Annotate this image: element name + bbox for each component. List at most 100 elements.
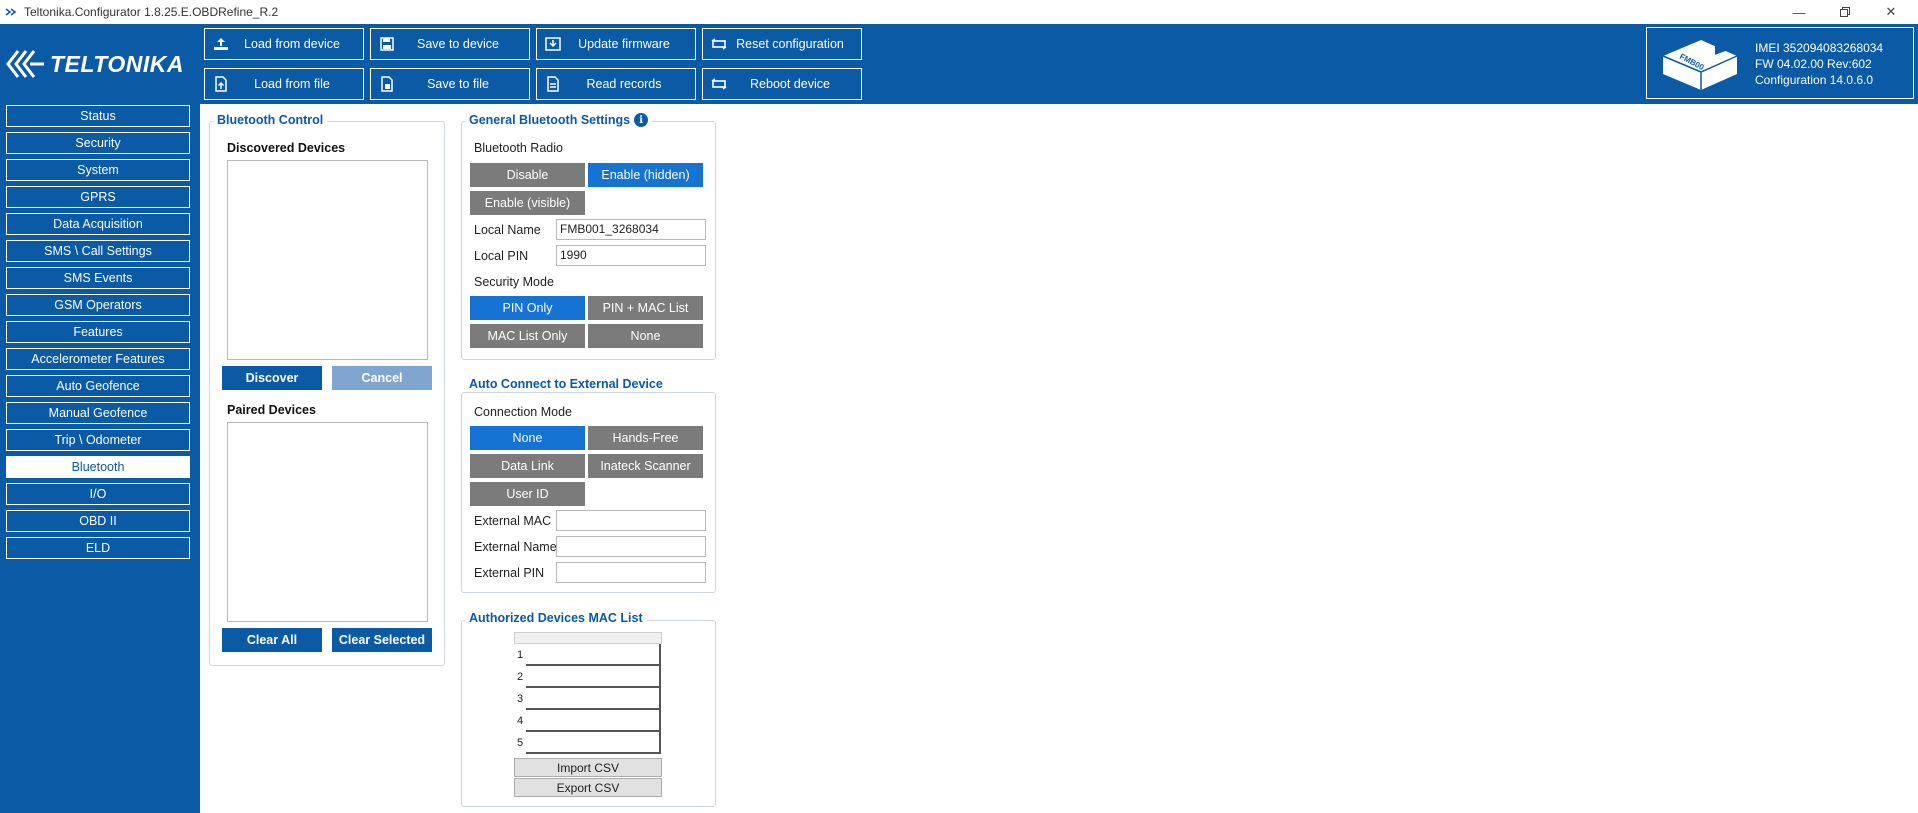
mac-cell[interactable] — [526, 710, 661, 732]
minimize-icon[interactable]: — — [1776, 0, 1822, 24]
radio-disable-option[interactable]: Disable — [469, 162, 586, 188]
teltonika-logo: TELTONIKA — [6, 46, 196, 82]
row-number: 5 — [517, 737, 524, 749]
export-csv-button[interactable]: Export CSV — [514, 778, 662, 797]
mode-user-id-option[interactable]: User ID — [469, 481, 586, 507]
sidebar-item-sms-events[interactable]: SMS Events — [6, 267, 190, 289]
clear-all-button[interactable]: Clear All — [222, 628, 322, 652]
mode-none-option[interactable]: None — [469, 425, 586, 451]
external-name-field[interactable] — [556, 536, 706, 557]
security-pin-only-option[interactable]: PIN Only — [469, 295, 586, 321]
paired-devices-list[interactable] — [227, 422, 428, 622]
sidebar-item-status[interactable]: Status — [6, 105, 190, 127]
sidebar-item-gsm-operators[interactable]: GSM Operators — [6, 294, 190, 316]
bluetooth-radio-label: Bluetooth Radio — [474, 141, 563, 155]
sidebar-item-obd-ii[interactable]: OBD II — [6, 510, 190, 532]
update-firmware-button[interactable]: Update firmware — [536, 28, 696, 60]
load-from-file-button[interactable]: Load from file — [204, 68, 364, 100]
general-bluetooth-settings-title: General Bluetooth Settings — [469, 113, 631, 127]
mac-cell[interactable] — [526, 732, 661, 754]
row-number: 2 — [517, 671, 524, 683]
local-name-field[interactable]: FMB001_3268034 — [556, 219, 706, 240]
external-mac-field[interactable] — [556, 510, 706, 531]
mac-list-title: Authorized Devices MAC List — [465, 611, 647, 625]
sidebar-item-accelerometer-features[interactable]: Accelerometer Features — [6, 348, 190, 370]
clear-selected-button[interactable]: Clear Selected — [332, 628, 432, 652]
security-mode-label: Security Mode — [474, 275, 554, 289]
table-row[interactable]: 3 — [515, 688, 662, 710]
radio-enable-visible-option[interactable]: Enable (visible) — [469, 190, 586, 216]
sidebar-item-io[interactable]: I/O — [6, 483, 190, 505]
radio-enable-hidden-option[interactable]: Enable (hidden) — [587, 162, 704, 188]
mac-cell[interactable] — [526, 688, 661, 710]
local-pin-label: Local PIN — [474, 249, 529, 263]
device-fw: FW 04.02.00 Rev:602 — [1755, 57, 1872, 71]
bluetooth-control-title: Bluetooth Control — [213, 113, 328, 127]
discover-button[interactable]: Discover — [222, 366, 322, 390]
mode-hands-free-option[interactable]: Hands-Free — [587, 425, 704, 451]
security-pin-mac-list-option[interactable]: PIN + MAC List — [587, 295, 704, 321]
sidebar-item-sms-call-settings[interactable]: SMS \ Call Settings — [6, 240, 190, 262]
reset-configuration-button[interactable]: Reset configuration — [702, 28, 862, 60]
file-upload-icon — [211, 75, 231, 93]
firmware-download-icon — [543, 35, 563, 53]
sidebar-item-system[interactable]: System — [6, 159, 190, 181]
reset-icon — [709, 35, 729, 53]
floppy-icon — [377, 35, 397, 53]
read-records-button[interactable]: Read records — [536, 68, 696, 100]
sidebar-item-data-acquisition[interactable]: Data Acquisition — [6, 213, 190, 235]
logo-chevrons-icon — [6, 50, 44, 78]
load-from-device-button[interactable]: Load from device — [204, 28, 364, 60]
local-pin-field[interactable]: 1990 — [556, 245, 706, 266]
sidebar-item-features[interactable]: Features — [6, 321, 190, 343]
mac-grid-header — [514, 632, 662, 644]
close-icon[interactable]: ✕ — [1868, 0, 1914, 24]
mode-inateck-scanner-option[interactable]: Inateck Scanner — [587, 453, 704, 479]
row-number: 1 — [517, 649, 524, 661]
row-number: 3 — [517, 693, 524, 705]
sidebar-item-auto-geofence[interactable]: Auto Geofence — [6, 375, 190, 397]
save-to-file-button[interactable]: Save to file — [370, 68, 530, 100]
reboot-device-button[interactable]: Reboot device — [702, 68, 862, 100]
import-csv-button[interactable]: Import CSV — [514, 758, 662, 777]
sidebar: Status Security System GPRS Data Acquisi… — [0, 104, 200, 813]
mode-data-link-option[interactable]: Data Link — [469, 453, 586, 479]
security-none-option[interactable]: None — [587, 323, 704, 349]
table-row[interactable]: 1 — [515, 644, 662, 666]
device-info-panel: FMB00 IMEI 352094083268034 FW 04.02.00 R… — [1646, 27, 1914, 99]
external-mac-label: External MAC — [474, 514, 552, 528]
discovered-devices-label: Discovered Devices — [227, 141, 346, 155]
mac-cell[interactable] — [526, 644, 661, 666]
external-pin-field[interactable] — [556, 562, 706, 583]
table-row[interactable]: 5 — [515, 732, 662, 754]
external-name-label: External Name — [474, 540, 557, 554]
obd-device-icon: FMB00 — [1662, 37, 1738, 90]
save-to-device-button[interactable]: Save to device — [370, 28, 530, 60]
mac-cell[interactable] — [526, 666, 661, 688]
sidebar-item-eld[interactable]: ELD — [6, 537, 190, 559]
sidebar-item-trip-odometer[interactable]: Trip \ Odometer — [6, 429, 190, 451]
upload-icon — [211, 35, 231, 53]
table-row[interactable]: 4 — [515, 710, 662, 732]
logo-text: TELTONIKA — [50, 50, 184, 77]
connection-mode-label: Connection Mode — [474, 405, 572, 419]
cancel-button[interactable]: Cancel — [332, 366, 432, 390]
window-title: Teltonika.Configurator 1.8.25.E.OBDRefin… — [24, 5, 279, 19]
discovered-devices-list[interactable] — [227, 160, 428, 360]
records-icon — [543, 75, 563, 93]
sidebar-item-manual-geofence[interactable]: Manual Geofence — [6, 402, 190, 424]
security-mac-list-only-option[interactable]: MAC List Only — [469, 323, 586, 349]
file-save-icon — [377, 75, 397, 93]
sidebar-item-bluetooth[interactable]: Bluetooth — [6, 456, 190, 478]
restore-icon[interactable] — [1822, 0, 1868, 24]
table-row[interactable]: 2 — [515, 666, 662, 688]
external-pin-label: External PIN — [474, 566, 545, 580]
info-icon[interactable]: i — [634, 113, 649, 127]
window-title-bar: Teltonika.Configurator 1.8.25.E.OBDRefin… — [0, 0, 1918, 24]
sidebar-item-gprs[interactable]: GPRS — [6, 186, 190, 208]
paired-devices-label: Paired Devices — [227, 403, 316, 417]
local-name-label: Local Name — [474, 223, 541, 237]
sidebar-item-security[interactable]: Security — [6, 132, 190, 154]
reboot-icon — [709, 75, 729, 93]
general-bluetooth-settings-header: General Bluetooth Settings i — [465, 113, 653, 127]
